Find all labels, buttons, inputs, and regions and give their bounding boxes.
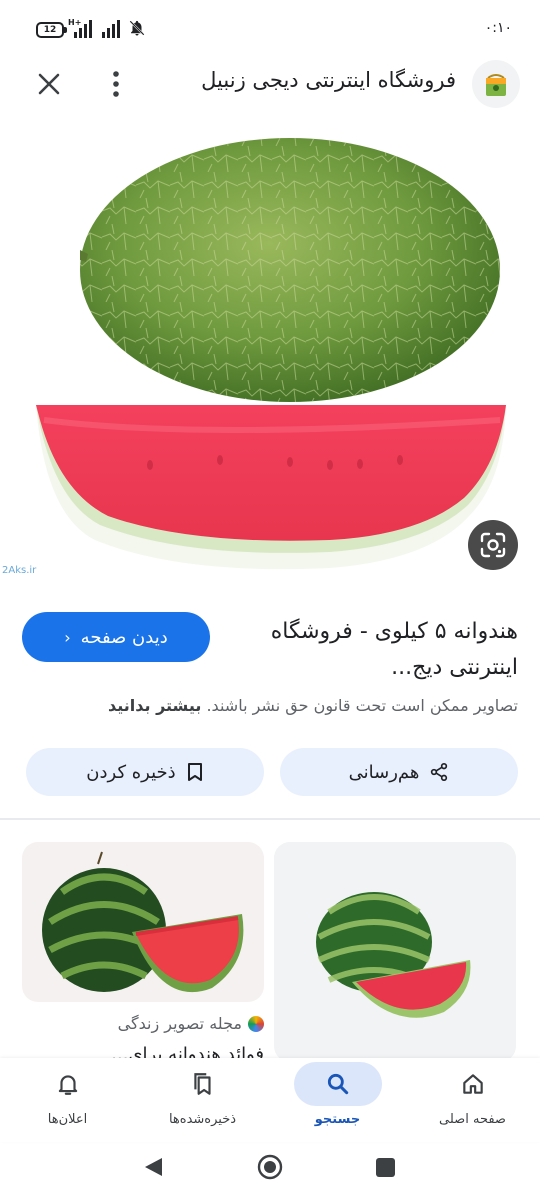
back-icon[interactable]	[145, 1158, 162, 1176]
share-button[interactable]: هم‌رسانی	[280, 748, 518, 796]
copyright-notice: تصاویر ممکن است تحت قانون حق نشر باشند. …	[18, 696, 518, 715]
save-button[interactable]: ذخیره کردن	[26, 748, 264, 796]
bookmark-icon	[187, 763, 202, 781]
save-label: ذخیره کردن	[86, 761, 176, 783]
bell-icon	[58, 1075, 77, 1095]
bookmarks-icon	[193, 1073, 211, 1095]
signal-icon-2	[102, 20, 120, 38]
learn-more-link[interactable]: بیشتر بدانید	[108, 696, 201, 715]
system-navigation	[0, 1142, 540, 1200]
more-vert-icon[interactable]	[108, 69, 124, 99]
home-icon	[462, 1074, 483, 1094]
nav-search-label: جستجو	[314, 1112, 361, 1127]
related-watermelon-image	[316, 892, 471, 1018]
watermelon-image	[36, 138, 506, 570]
signal-icon	[74, 20, 92, 38]
bottom-navigation: صفحه اصلی جستجو ذخیره‌شده‌ها اعلان‌ها	[0, 1058, 540, 1142]
nav-notifications[interactable]: اعلان‌ها	[0, 1058, 135, 1142]
status-bar: 12 H+ ۰:۱۰	[0, 0, 540, 58]
site-favicon[interactable]	[472, 60, 520, 108]
nav-home[interactable]: صفحه اصلی	[405, 1058, 540, 1142]
lens-button[interactable]	[468, 520, 518, 570]
search-icon	[327, 1073, 348, 1095]
copyright-text: تصاویر ممکن است تحت قانون حق نشر باشند.	[206, 696, 518, 715]
nav-search[interactable]: جستجو	[270, 1058, 405, 1142]
recents-icon[interactable]	[376, 1158, 395, 1177]
battery-indicator: 12	[36, 22, 67, 38]
home-circle-dot	[264, 1161, 276, 1173]
related-source[interactable]: مجله تصویر زندگی	[118, 1014, 264, 1033]
clock: ۰:۱۰	[484, 20, 512, 36]
google-lens-icon	[480, 532, 506, 558]
site-title[interactable]: فروشگاه اینترنتی دیجی زنبیل	[201, 68, 456, 92]
divider	[0, 818, 540, 820]
shopping-bag-icon	[486, 74, 506, 96]
watermark: 2Aks.ir	[2, 565, 37, 576]
nav-home-label: صفحه اصلی	[439, 1112, 506, 1127]
share-icon	[431, 763, 448, 782]
chevron-left-icon: ‹	[64, 627, 71, 647]
related-watermelon-image	[42, 851, 244, 993]
nav-saved-label: ذخیره‌شده‌ها	[168, 1112, 237, 1127]
result-title[interactable]: هندوانه ۵ کیلوی - فروشگاه اینترنتی دیج..…	[228, 614, 518, 686]
view-page-button[interactable]: دیدن صفحه ‹	[22, 612, 210, 662]
source-favicon-icon	[248, 1015, 264, 1032]
source-name: مجله تصویر زندگی	[117, 1014, 242, 1033]
related-image-card[interactable]	[274, 842, 516, 1062]
related-image-card[interactable]	[22, 842, 264, 1002]
nav-notifications-label: اعلان‌ها	[47, 1112, 88, 1127]
view-page-label: دیدن صفحه	[80, 626, 168, 648]
close-icon[interactable]	[34, 69, 64, 99]
share-label: هم‌رسانی	[348, 761, 420, 783]
viewer-header: فروشگاه اینترنتی دیجی زنبیل	[0, 58, 540, 108]
nav-saved[interactable]: ذخیره‌شده‌ها	[135, 1058, 270, 1142]
main-image[interactable]	[0, 120, 540, 590]
muted-bell-icon	[129, 20, 145, 36]
